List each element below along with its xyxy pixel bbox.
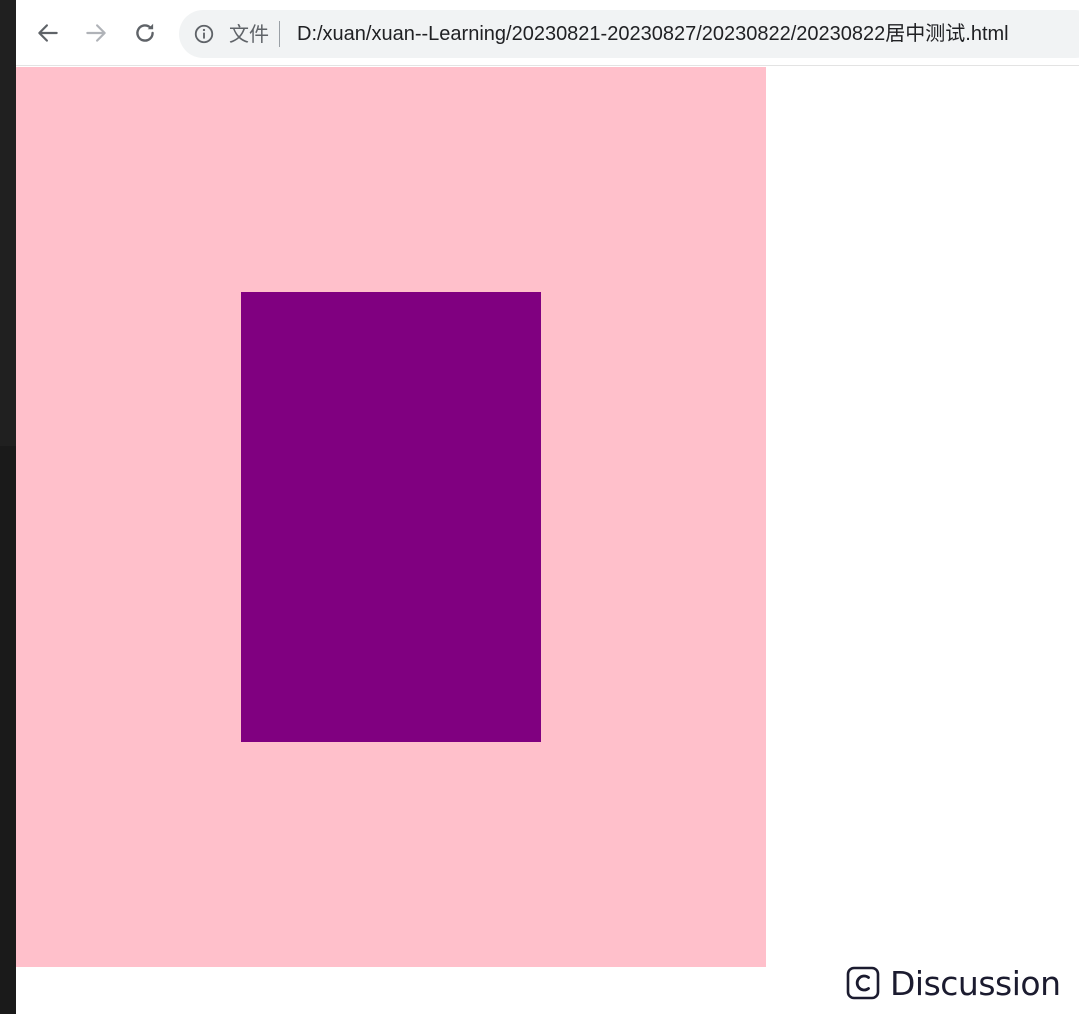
omnibox-divider <box>279 21 280 47</box>
info-icon[interactable] <box>193 23 215 45</box>
centered-inner-box <box>241 292 541 742</box>
url-text[interactable]: D:/xuan/xuan--Learning/20230821-20230827… <box>297 22 1009 46</box>
outer-container-box <box>16 67 766 967</box>
reload-button[interactable] <box>128 16 162 50</box>
discussion-button[interactable]: Discussion <box>846 963 1061 1003</box>
browser-toolbar: 文件 D:/xuan/xuan--Learning/20230821-20230… <box>16 0 1079 66</box>
back-button[interactable] <box>31 16 65 50</box>
forward-button[interactable] <box>79 16 113 50</box>
address-bar[interactable]: 文件 D:/xuan/xuan--Learning/20230821-20230… <box>179 10 1079 58</box>
window-left-edge-top <box>0 0 16 446</box>
c-badge-icon <box>846 966 880 1000</box>
discussion-label: Discussion <box>890 963 1061 1003</box>
arrow-right-icon <box>86 24 106 42</box>
scheme-label: 文件 <box>229 22 269 46</box>
reload-icon <box>136 23 154 42</box>
arrow-left-icon <box>38 24 58 42</box>
